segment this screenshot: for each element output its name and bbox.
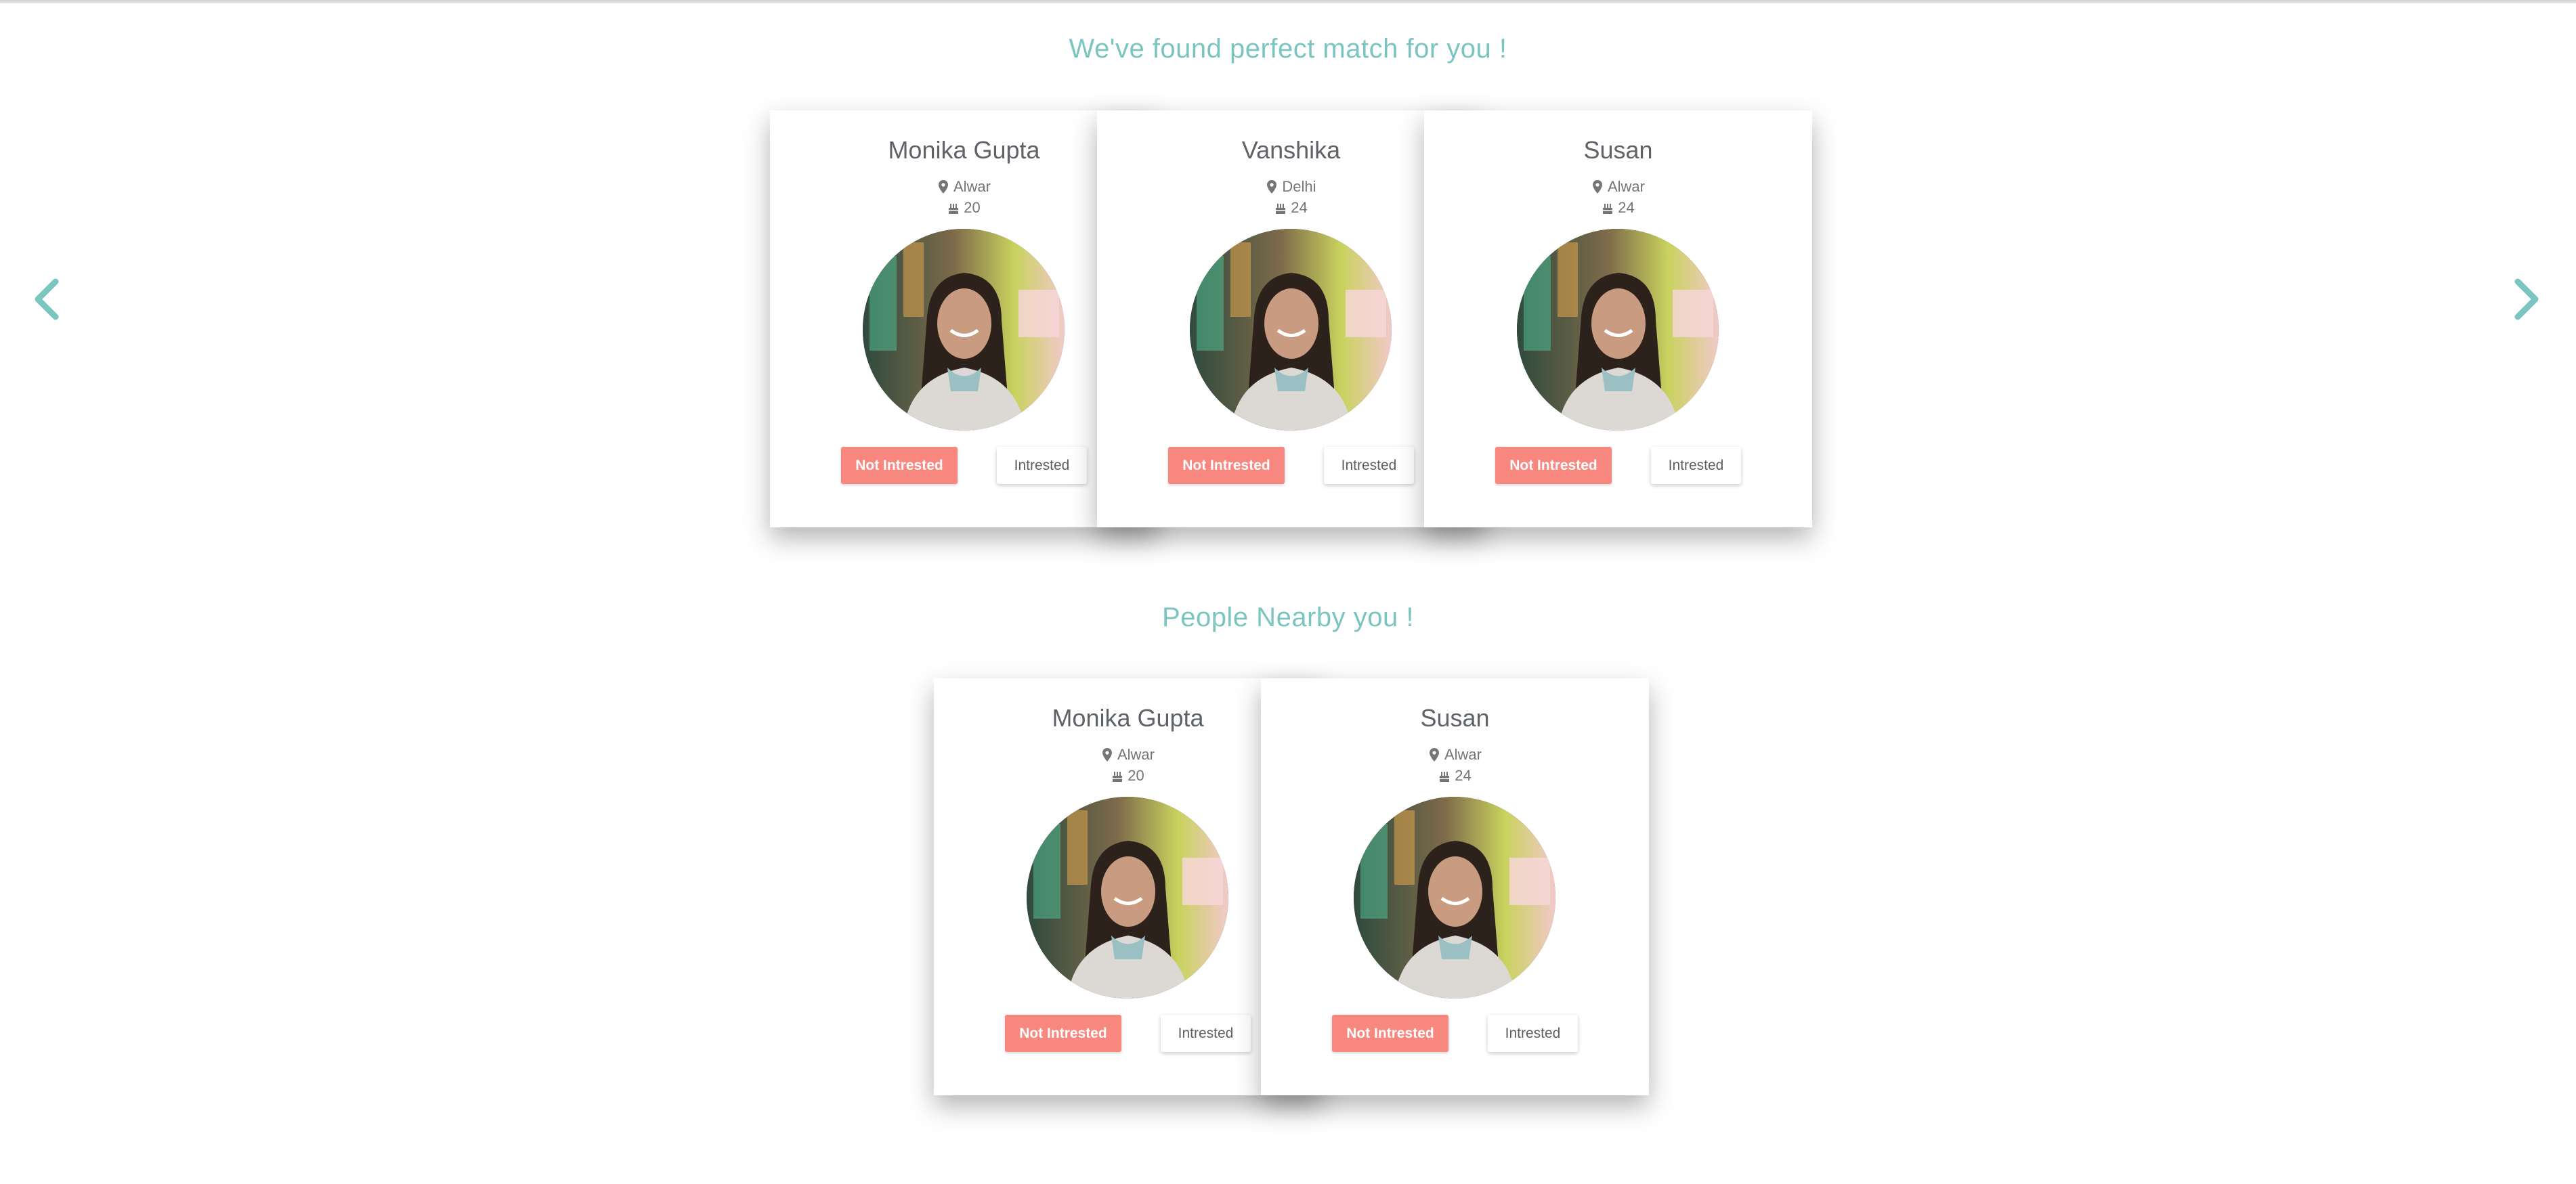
birthday-cake-icon [1111,768,1123,783]
not-interested-button[interactable]: Not Intrested [1168,447,1285,484]
avatar [1027,797,1228,999]
age-text: 24 [1618,199,1635,216]
map-marker-icon [1591,179,1604,194]
age-text: 20 [964,199,981,216]
chevron-right-icon [2514,278,2539,320]
map-marker-icon [937,179,949,194]
profile-photo [1354,797,1555,999]
avatar [1354,797,1555,999]
age-text: 20 [1128,767,1144,784]
location-text: Alwar [1117,746,1155,763]
carousel-next-button[interactable] [2506,272,2546,326]
birthday-cake-icon [1602,200,1614,215]
map-marker-icon [1428,747,1440,762]
interested-button[interactable]: Intrested [1488,1015,1578,1052]
nearby-card-row: Monika Gupta Alwar 20 Not Intrested Intr… [934,678,1649,1095]
avatar [1190,229,1392,431]
map-marker-icon [1101,747,1113,762]
not-interested-button[interactable]: Not Intrested [1332,1015,1448,1052]
profile-age: 24 [1261,767,1649,785]
profile-photo [1190,229,1392,431]
avatar [863,229,1065,431]
profile-card: Susan Alwar 24 Not Intrested Intrested [1261,678,1649,1095]
profile-name: Susan [1583,136,1653,164]
location-text: Alwar [1444,746,1482,763]
profile-age: 24 [1424,199,1812,217]
location-text: Delhi [1282,178,1316,195]
interested-button[interactable]: Intrested [1161,1015,1251,1052]
interested-button[interactable]: Intrested [1324,447,1414,484]
carousel-prev-button[interactable] [27,272,68,326]
not-interested-button[interactable]: Not Intrested [841,447,958,484]
birthday-cake-icon [1438,768,1451,783]
top-border [0,0,2576,3]
age-text: 24 [1291,199,1308,216]
nearby-section-title: People Nearby you ! [1162,602,1414,632]
interested-button[interactable]: Intrested [1651,447,1741,484]
location-text: Alwar [953,178,991,195]
birthday-cake-icon [1274,200,1287,215]
avatar [1517,229,1719,431]
location-text: Alwar [1607,178,1645,195]
not-interested-button[interactable]: Not Intrested [1005,1015,1121,1052]
profile-location: Alwar [1424,178,1812,196]
profile-name: Susan [1420,704,1490,732]
birthday-cake-icon [947,200,960,215]
profile-photo [1027,797,1228,999]
interested-button[interactable]: Intrested [997,447,1087,484]
matches-section-title: We've found perfect match for you ! [1069,34,1507,64]
age-text: 24 [1455,767,1472,784]
profile-photo [1517,229,1719,431]
profile-photo [863,229,1065,431]
not-interested-button[interactable]: Not Intrested [1495,447,1612,484]
profile-location: Alwar [1261,746,1649,764]
map-marker-icon [1266,179,1278,194]
matches-card-row: Monika Gupta Alwar 20 Not Intrested Intr… [770,110,1812,527]
chevron-left-icon [35,278,59,320]
profile-card: Susan Alwar 24 Not Intrested Intrested [1424,110,1812,527]
